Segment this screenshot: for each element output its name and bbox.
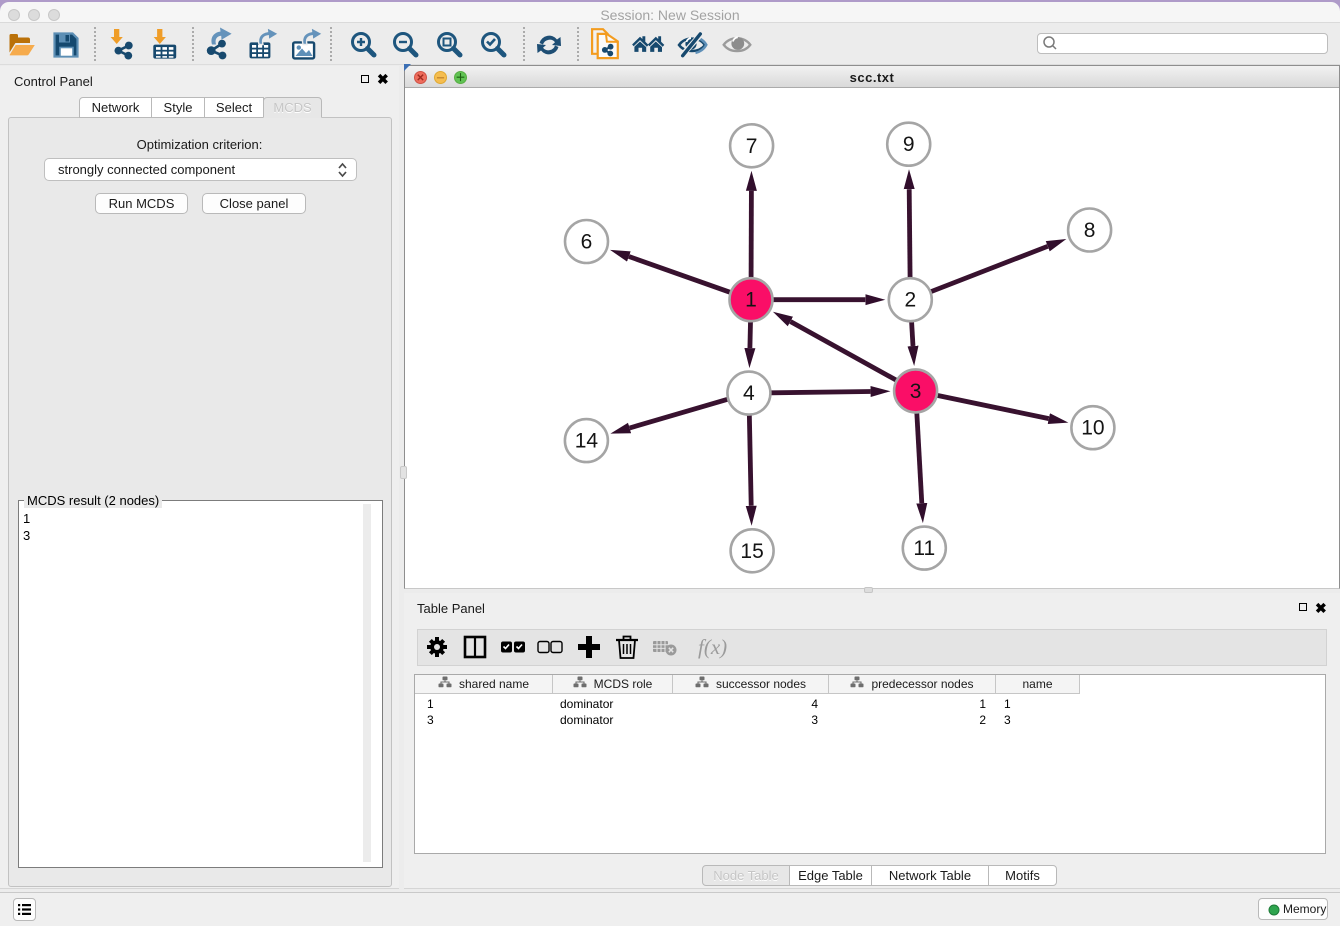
svg-text:15: 15 [740,540,763,563]
svg-text:9: 9 [903,133,915,156]
svg-text:3: 3 [910,380,922,403]
svg-text:14: 14 [575,430,599,453]
svg-text:8: 8 [1084,219,1096,242]
svg-text:7: 7 [746,135,758,158]
svg-text:f(x): f(x) [698,635,727,659]
svg-text:6: 6 [581,231,593,254]
svg-text:4: 4 [743,382,755,405]
svg-text:1: 1 [745,289,757,312]
svg-text:11: 11 [913,537,935,560]
svg-text:2: 2 [904,289,916,312]
svg-text:10: 10 [1081,417,1104,440]
